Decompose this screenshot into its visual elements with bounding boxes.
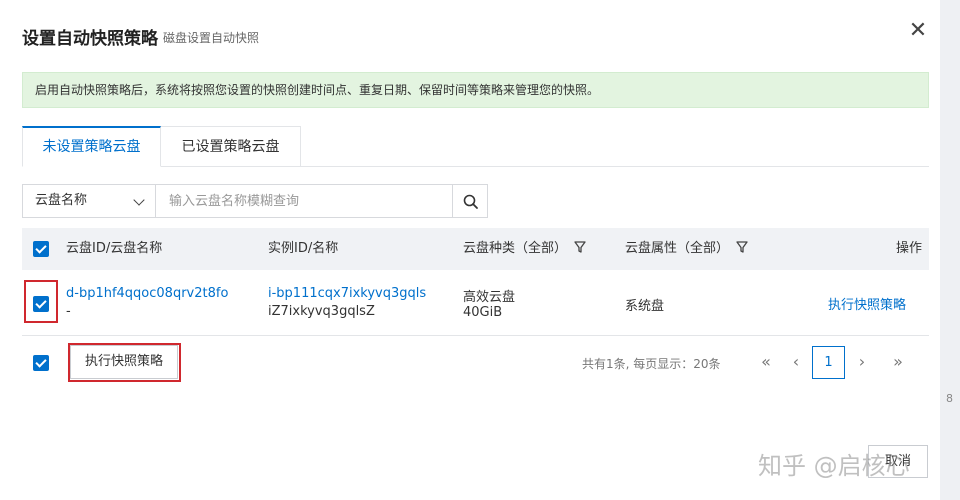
highlight-box	[24, 280, 58, 323]
first-page-icon[interactable]: «	[751, 346, 781, 378]
disk-name: -	[66, 304, 71, 319]
tab-unset-policy-disks[interactable]: 未设置策略云盘	[22, 126, 161, 167]
table-row: d-bp1hf4qqoc08qrv2t8fo - i-bp111cqx7ixky…	[22, 270, 929, 336]
watermark: 知乎 @启核心	[758, 452, 910, 480]
tab-bar: 未设置策略云盘 已设置策略云盘	[22, 126, 929, 167]
column-disk-type-label: 云盘种类（全部）	[463, 241, 568, 256]
disk-attribute: 系统盘	[625, 299, 665, 314]
pagination-summary: 共有1条, 每页显示：20条	[582, 357, 721, 371]
page-number-button[interactable]: 1	[812, 346, 845, 379]
disk-size: 40GiB	[463, 305, 503, 320]
filter-icon[interactable]	[735, 240, 749, 254]
disk-id-link[interactable]: d-bp1hf4qqoc08qrv2t8fo	[66, 286, 228, 301]
footer-select-all-checkbox[interactable]	[33, 355, 49, 371]
table-header: 云盘ID/云盘名称 实例ID/名称 云盘种类（全部） 云盘属性（全部） 操作	[22, 228, 929, 270]
background-page-edge: 8	[940, 0, 960, 500]
highlight-box	[68, 343, 181, 382]
tab-set-policy-disks[interactable]: 已设置策略云盘	[161, 126, 301, 167]
search-button[interactable]	[452, 184, 488, 218]
info-notice: 启用自动快照策略后，系统将按照您设置的快照创建时间点、重复日期、保留时间等策略来…	[22, 72, 929, 108]
chevron-down-icon	[133, 194, 145, 206]
column-disk-attr[interactable]: 云盘属性（全部）	[625, 228, 749, 270]
column-actions: 操作	[896, 241, 923, 256]
column-disk-attr-label: 云盘属性（全部）	[625, 241, 730, 256]
last-page-icon[interactable]: »	[883, 346, 913, 378]
instance-id-link[interactable]: i-bp111cqx7ixkyvq3gqls	[268, 286, 426, 301]
search-input[interactable]	[155, 184, 453, 218]
search-field-select-value: 云盘名称	[35, 193, 88, 208]
search-field-select[interactable]: 云盘名称	[22, 184, 156, 218]
column-disk-id: 云盘ID/云盘名称	[66, 241, 163, 256]
search-icon	[463, 194, 478, 209]
disk-type: 高效云盘	[463, 290, 516, 305]
filter-icon[interactable]	[573, 240, 587, 254]
row-execute-policy-link[interactable]: 执行快照策略	[828, 294, 906, 313]
instance-name: iZ7ixkyvq3gqlsZ	[268, 304, 375, 319]
snapshot-policy-dialog: 8 设置自动快照策略 磁盘设置自动快照 ✕ 启用自动快照策略后，系统将按照您设置…	[0, 0, 960, 500]
background-page-glyph: 8	[946, 392, 953, 405]
dialog-title: 设置自动快照策略	[22, 29, 158, 49]
column-instance-id: 实例ID/名称	[268, 241, 339, 256]
prev-page-icon[interactable]: ‹	[781, 346, 811, 378]
close-icon[interactable]: ✕	[906, 18, 930, 44]
dialog-subtitle: 磁盘设置自动快照	[163, 31, 260, 45]
next-page-icon[interactable]: ›	[847, 346, 877, 378]
select-all-checkbox[interactable]	[33, 241, 49, 257]
column-disk-type[interactable]: 云盘种类（全部）	[463, 228, 587, 270]
